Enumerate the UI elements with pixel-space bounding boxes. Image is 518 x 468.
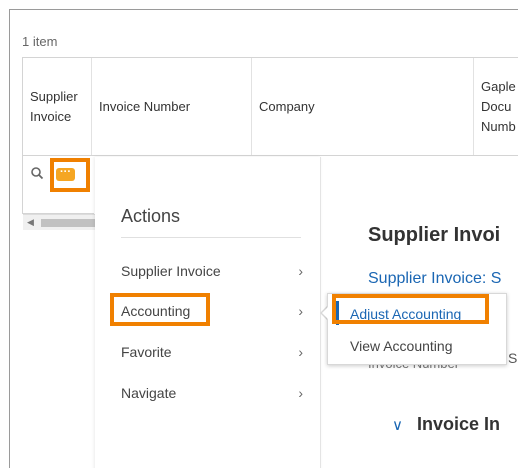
submenu-item-view-accounting[interactable]: View Accounting [350,338,452,354]
horizontal-scrollbar[interactable]: ◀ [23,214,95,230]
table-header: Supplier Invoice Invoice Number Company … [22,57,518,156]
menu-item-navigate[interactable]: Navigate › [121,380,311,406]
submenu-caret-inner [322,307,328,319]
menu-item-label: Navigate [121,385,177,401]
menu-item-label: Supplier Invoice [121,263,221,279]
item-count: 1 item [22,34,58,49]
highlight-box-more-button [50,158,90,192]
background-section-header[interactable]: ∨ Invoice In [392,414,500,435]
highlight-box-accounting [110,293,210,326]
background-page-title: Supplier Invoi [368,224,501,246]
chevron-right-icon: › [298,385,303,401]
column-header-supplier-invoice[interactable]: Supplier Invoice [23,58,92,155]
chevron-right-icon: › [298,344,303,360]
menu-item-supplier-invoice[interactable]: Supplier Invoice › [121,258,311,284]
column-header-document-number[interactable]: Gaple Docu Numb [474,58,518,155]
search-icon[interactable] [30,166,44,180]
column-header-company[interactable]: Company [252,58,474,155]
menu-item-favorite[interactable]: Favorite › [121,339,311,365]
actions-menu-divider [121,237,301,238]
background-supplier-invoice-link[interactable]: Supplier Invoice: S [368,270,501,288]
chevron-down-icon: ∨ [392,417,403,434]
menu-item-label: Favorite [121,344,172,360]
scroll-left-icon[interactable]: ◀ [27,217,34,228]
highlight-box-adjust-accounting [332,294,489,324]
chevron-right-icon: › [298,303,303,319]
chevron-right-icon: › [298,263,303,279]
background-section-title: Invoice In [416,414,501,434]
background-partial-value: S [508,350,518,366]
scrollbar-thumb[interactable] [41,219,95,227]
column-header-document-number-label: Gaple Docu Numb [481,78,516,134]
actions-menu-title: Actions [121,206,181,226]
column-header-invoice-number[interactable]: Invoice Number [92,58,252,155]
